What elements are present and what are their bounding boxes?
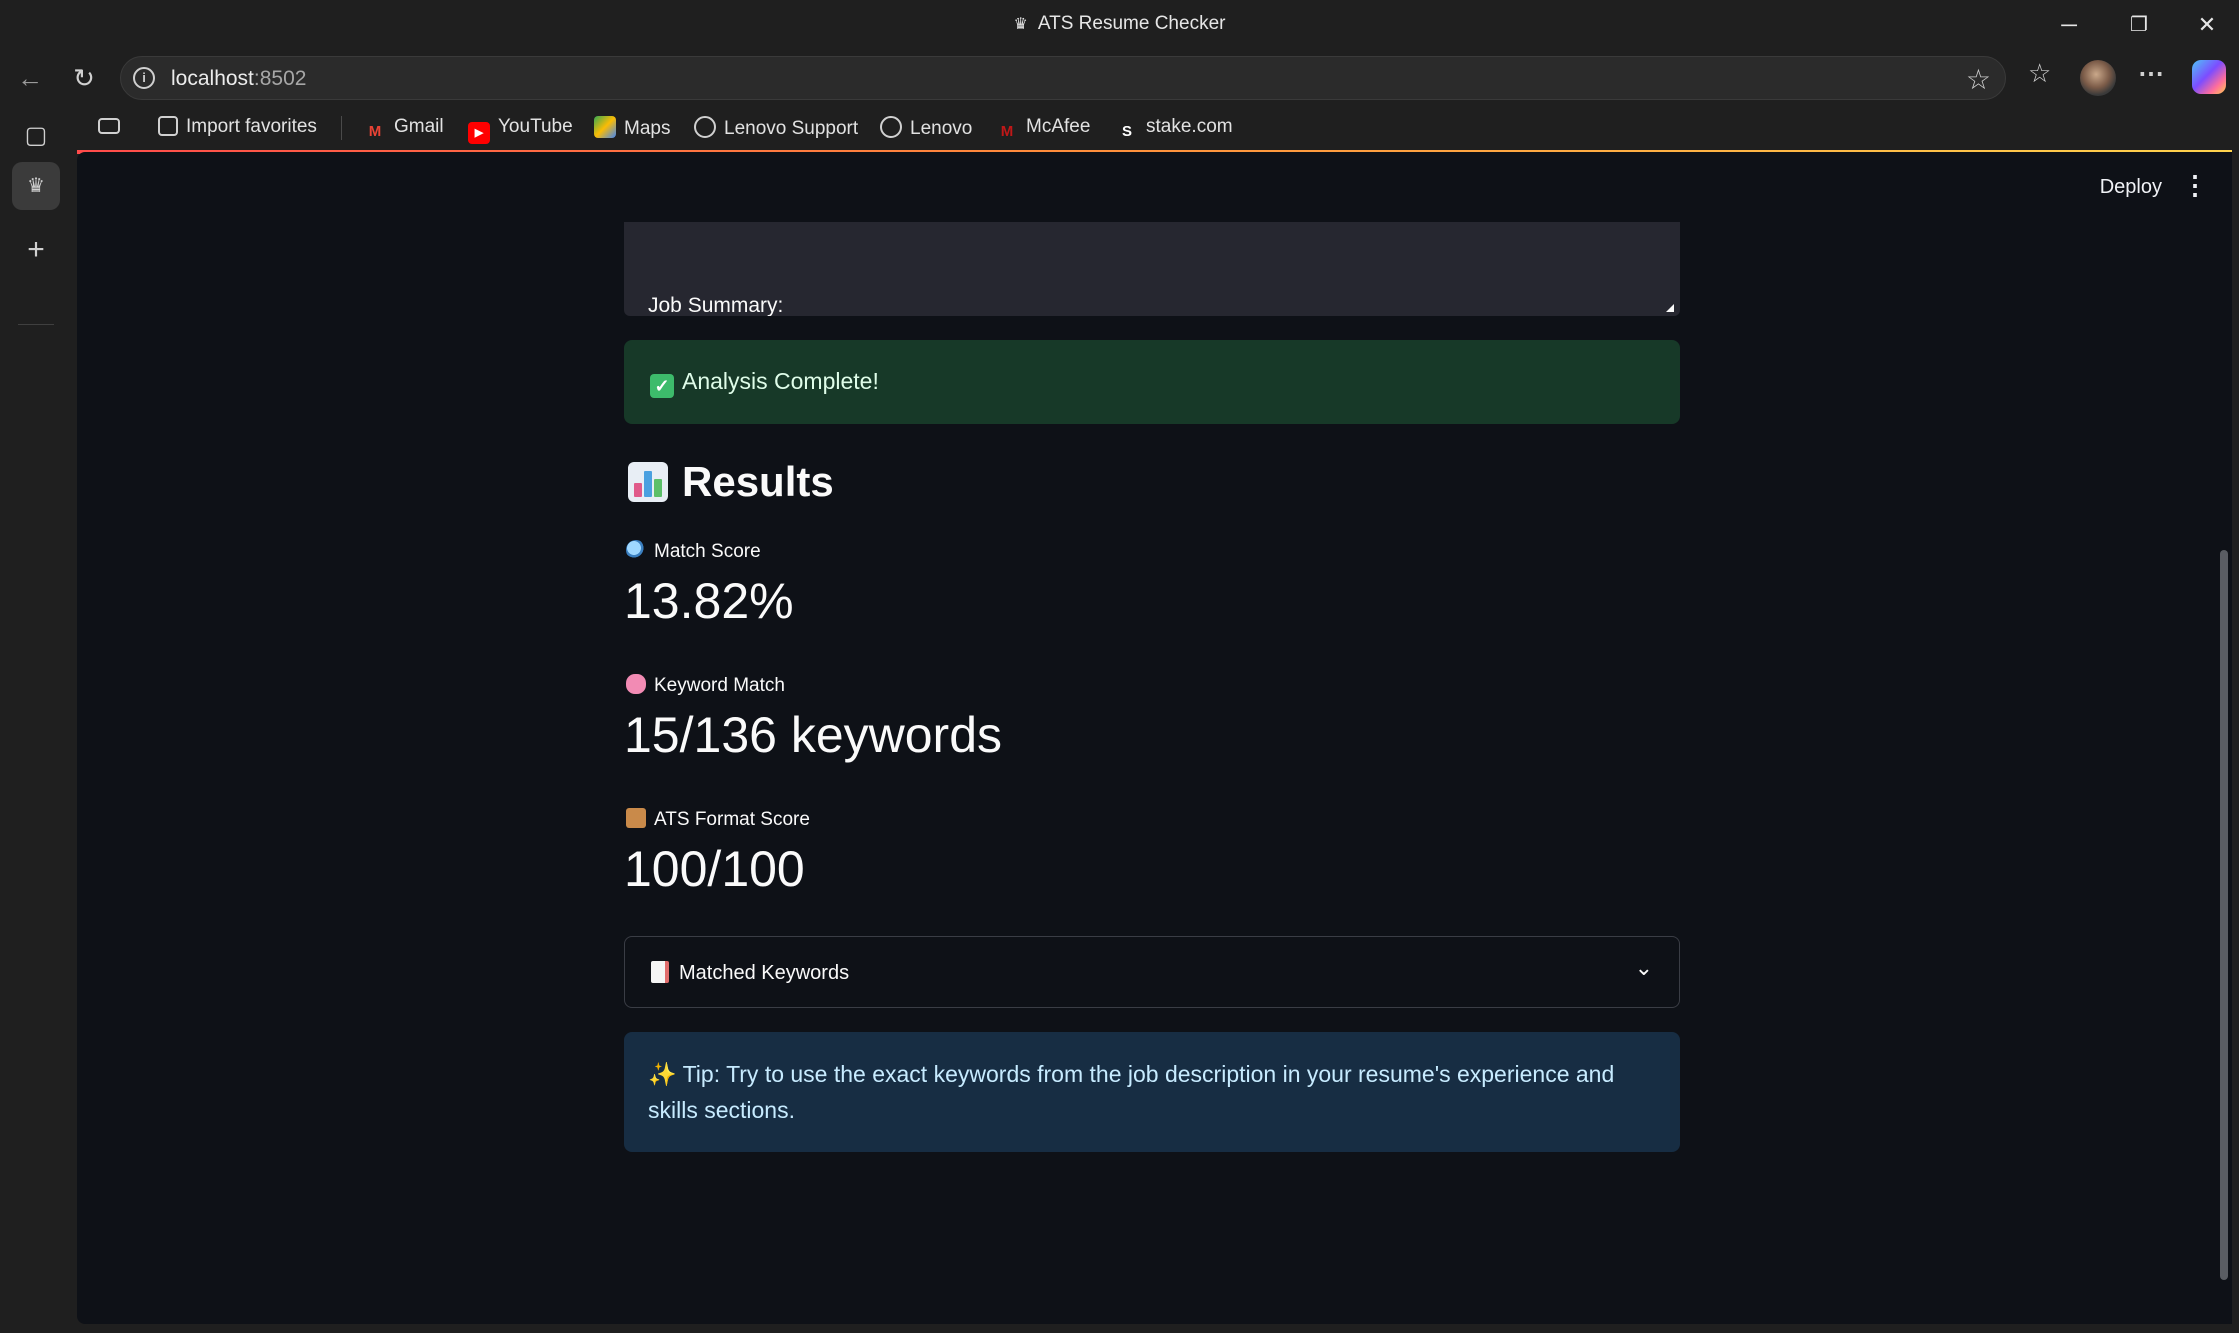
success-message: Analysis Complete!: [682, 368, 879, 394]
metric-value-keyword-match: 15/136 keywords: [624, 707, 1003, 763]
restore-button[interactable]: ❐: [2104, 6, 2174, 44]
favorites-icon[interactable]: ☆: [2028, 58, 2051, 89]
tab-panel-icon[interactable]: ▢: [12, 112, 60, 160]
globe-icon: [694, 116, 716, 138]
url-text[interactable]: localhost:8502: [171, 67, 306, 91]
import-icon: [158, 116, 178, 136]
brain-icon: [626, 674, 646, 694]
check-mark-icon: ✓: [650, 374, 674, 398]
bookmark-gmail[interactable]: M Gmail: [364, 116, 444, 143]
magnifying-glass-icon: [626, 540, 646, 560]
browser-toolbar: ← ↻ i localhost:8502 ☆ ☆ ⋯: [0, 50, 2239, 106]
stake-icon: S: [1121, 123, 1132, 140]
package-icon: [626, 808, 646, 828]
metric-value-match-score: 13.82%: [624, 573, 794, 629]
new-tab-icon[interactable]: +: [12, 226, 60, 274]
bookmark-import-favorites[interactable]: Import favorites: [158, 116, 317, 138]
window-titlebar: ♛ ATS Resume Checker ─ ❐ ✕: [0, 0, 2239, 50]
bookmarks-bar: Import favorites M Gmail ▶ YouTube Maps Le…: [0, 106, 2239, 150]
window-title: ♛ ATS Resume Checker: [1013, 13, 1226, 34]
bookmark-lenovo[interactable]: Lenovo: [880, 116, 972, 140]
metric-label-keyword-match: Keyword Match: [626, 674, 785, 697]
metric-value-ats-format-score: 100/100: [624, 841, 805, 897]
back-button[interactable]: ←: [10, 60, 50, 96]
favorite-star-icon[interactable]: ☆: [1966, 63, 1991, 96]
document-icon: [651, 961, 669, 983]
minimize-button[interactable]: ─: [2034, 6, 2104, 44]
results-heading: Results: [628, 458, 834, 506]
resize-handle[interactable]: [1666, 304, 1674, 312]
bar-chart-icon: [628, 462, 668, 502]
profile-avatar[interactable]: [2080, 60, 2116, 96]
bookmark-lenovo-support[interactable]: Lenovo Support: [694, 116, 858, 140]
globe-icon: [880, 116, 902, 138]
job-description-textarea[interactable]: Job Summary:: [624, 222, 1680, 316]
scrollbar-thumb[interactable]: [2220, 550, 2228, 1280]
youtube-icon: ▶: [468, 122, 490, 144]
close-button[interactable]: ✕: [2172, 6, 2239, 44]
gmail-icon: M: [368, 123, 382, 140]
vertical-tab-strip: ▢ ♛ +: [0, 106, 72, 1333]
crown-icon: ♛: [1013, 16, 1028, 33]
tip-text: ✨ Tip: Try to use the exact keywords fro…: [648, 1061, 1615, 1123]
reload-button[interactable]: ↻: [64, 60, 104, 96]
copilot-icon[interactable]: [2192, 60, 2226, 94]
tab-ats-resume-checker[interactable]: ♛: [12, 162, 60, 210]
mcafee-icon: M: [1000, 123, 1014, 140]
more-options-icon[interactable]: ⋯: [2138, 58, 2164, 89]
deploy-button[interactable]: Deploy: [2100, 176, 2162, 199]
app-viewport: Deploy ⋮ Job Summary: ✓ Analysis Complete…: [77, 152, 2232, 1324]
job-summary-text: Job Summary:: [648, 294, 784, 316]
bookmark-stake[interactable]: Sstake.com: [1116, 116, 1233, 143]
bookmarks-divider: [341, 116, 342, 140]
expander-label: Matched Keywords: [679, 962, 850, 984]
matched-keywords-expander[interactable]: Matched Keywords ⌄: [624, 936, 1680, 1008]
tip-info-box: ✨ Tip: Try to use the exact keywords fro…: [624, 1032, 1680, 1152]
bookmark-maps[interactable]: Maps: [594, 116, 670, 140]
site-info-icon[interactable]: i: [133, 67, 155, 89]
maps-icon: [594, 116, 616, 138]
metric-label-match-score: Match Score: [626, 540, 761, 563]
chevron-down-icon[interactable]: ⌄: [1635, 955, 1653, 981]
tab-strip-divider: [18, 324, 54, 325]
tab-actions-icon[interactable]: [98, 116, 128, 138]
metric-label-ats-format-score: ATS Format Score: [626, 808, 810, 831]
main-menu-icon[interactable]: ⋮: [2182, 170, 2208, 201]
bookmark-youtube[interactable]: ▶ YouTube: [468, 116, 573, 144]
success-alert: ✓ Analysis Complete!: [624, 340, 1680, 424]
address-bar[interactable]: i localhost:8502 ☆: [120, 56, 2006, 100]
bookmark-mcafee[interactable]: M McAfee: [996, 116, 1091, 143]
